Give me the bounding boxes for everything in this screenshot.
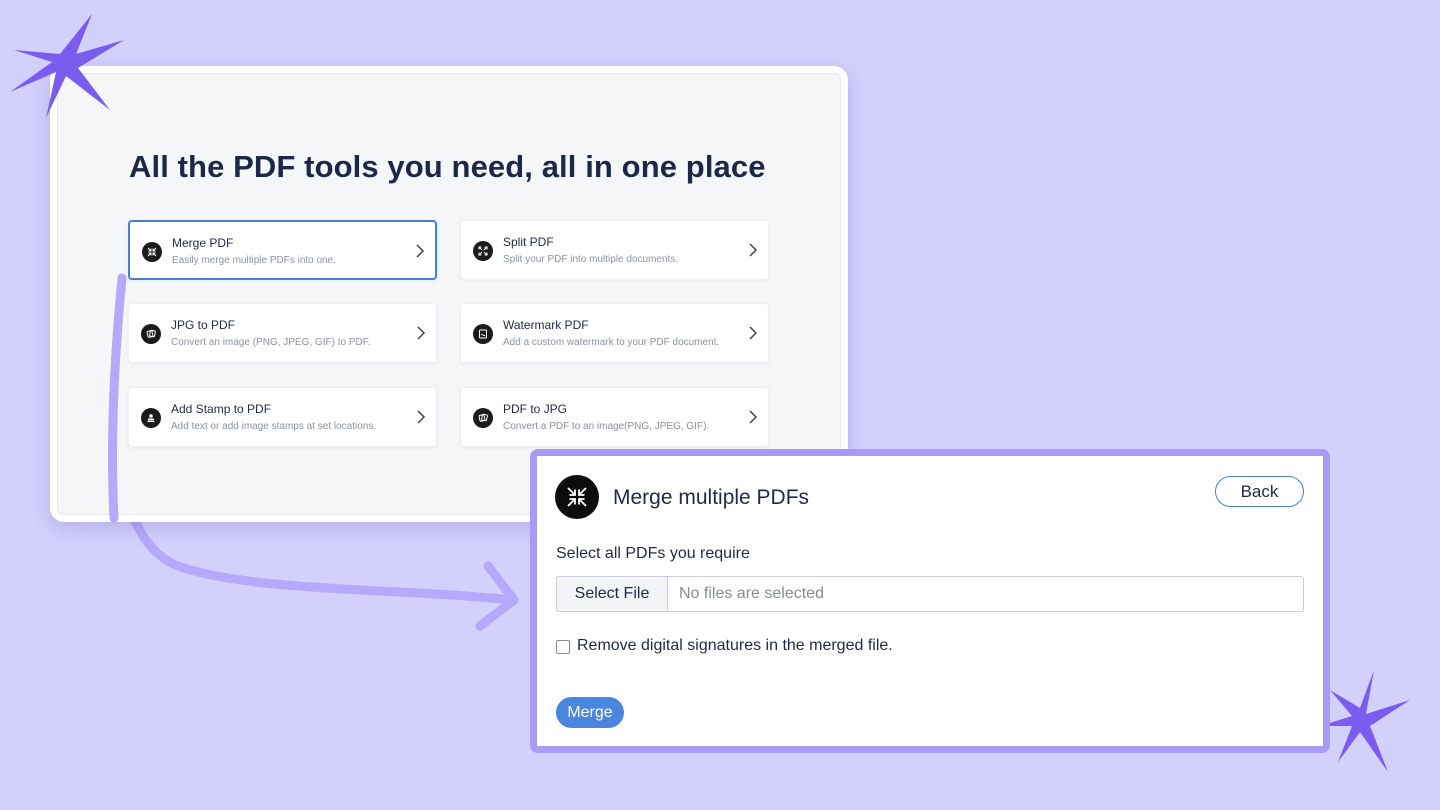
back-button[interactable]: Back bbox=[1215, 476, 1304, 507]
tool-card-name: Watermark PDF bbox=[503, 318, 589, 332]
tool-card-description: Add a custom watermark to your PDF docum… bbox=[503, 337, 720, 348]
chevron-right-icon bbox=[416, 244, 425, 258]
tool-card-split-pdf[interactable]: Split PDF Split your PDF into multiple d… bbox=[460, 220, 769, 280]
tool-card-description: Convert an image (PNG, JPEG, GIF) to PDF… bbox=[171, 337, 371, 348]
tool-card-name: PDF to JPG bbox=[503, 402, 568, 416]
tool-card-name: Split PDF bbox=[503, 235, 554, 249]
tool-card-pdf-to-jpg[interactable]: PDF to JPG Convert a PDF to an image(PNG… bbox=[460, 387, 769, 447]
image-convert-icon bbox=[141, 324, 161, 344]
select-pdfs-label: Select all PDFs you require bbox=[556, 545, 750, 562]
tool-card-merge-pdf[interactable]: Merge PDF Easily merge multiple PDFs int… bbox=[128, 220, 437, 280]
chevron-right-icon bbox=[749, 243, 758, 257]
chevron-right-icon bbox=[417, 326, 426, 340]
split-icon bbox=[473, 241, 493, 261]
dialog-title: Merge multiple PDFs bbox=[613, 486, 810, 509]
tools-title: All the PDF tools you need, all in one p… bbox=[129, 149, 766, 184]
tool-card-name: Add Stamp to PDF bbox=[171, 402, 272, 416]
watermark-icon bbox=[473, 324, 493, 344]
tool-card-description: Split your PDF into multiple documents. bbox=[503, 254, 679, 265]
chevron-right-icon bbox=[749, 326, 758, 340]
file-input[interactable]: Select File No files are selected bbox=[556, 576, 1304, 612]
remove-signatures-checkbox[interactable] bbox=[556, 640, 570, 654]
sparkle-icon bbox=[10, 14, 124, 118]
merge-icon bbox=[555, 475, 599, 519]
merge-dialog: Merge multiple PDFs Back Select all PDFs… bbox=[530, 449, 1330, 753]
chevron-right-icon bbox=[417, 410, 426, 424]
tool-card-add-stamp[interactable]: Add Stamp to PDF Add text or add image s… bbox=[128, 387, 437, 447]
tool-card-name: JPG to PDF bbox=[171, 318, 236, 332]
sparkle-icon bbox=[1320, 670, 1410, 772]
tool-card-description: Easily merge multiple PDFs into one. bbox=[172, 255, 336, 266]
tool-card-watermark-pdf[interactable]: Watermark PDF Add a custom watermark to … bbox=[460, 303, 769, 363]
tool-card-description: Convert a PDF to an image(PNG, JPEG, GIF… bbox=[503, 421, 710, 432]
image-convert-icon bbox=[473, 408, 493, 428]
merge-button[interactable]: Merge bbox=[556, 697, 624, 728]
merge-icon bbox=[142, 242, 162, 262]
tool-card-name: Merge PDF bbox=[172, 236, 234, 250]
remove-signatures-label[interactable]: Remove digital signatures in the merged … bbox=[577, 637, 893, 655]
select-file-button[interactable]: Select File bbox=[557, 577, 668, 611]
chevron-right-icon bbox=[749, 410, 758, 424]
tool-card-description: Add text or add image stamps at set loca… bbox=[171, 421, 377, 432]
tool-card-jpg-to-pdf[interactable]: JPG to PDF Convert an image (PNG, JPEG, … bbox=[128, 303, 437, 363]
file-status: No files are selected bbox=[679, 585, 824, 602]
stamp-icon bbox=[141, 408, 161, 428]
